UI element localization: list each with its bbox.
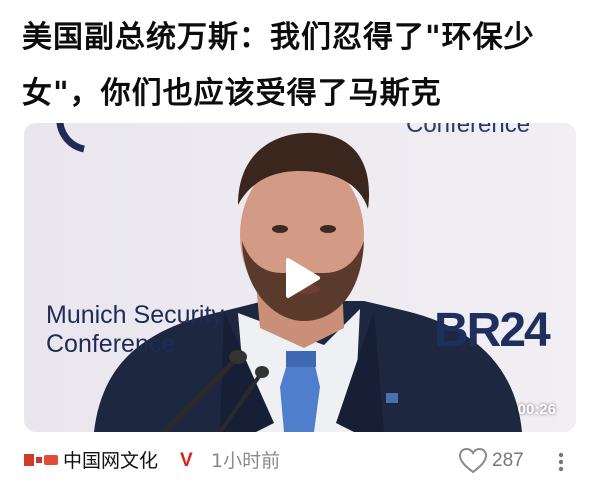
publish-time: 1小时前 [211,450,281,472]
article-footer: 中国网文化 V 1小时前 287 [18,440,582,482]
like-count: 287 [492,450,524,471]
heart-like-icon[interactable] [459,448,487,474]
background-conference-text: Conference [406,123,531,138]
more-options-icon[interactable] [551,452,571,472]
source-name[interactable]: 中国网文化 [63,449,158,473]
play-icon[interactable] [278,256,322,300]
source-logo-icon[interactable] [24,451,58,469]
background-munich-security-conference-text: Munich Security Conference [46,301,224,358]
verified-v-icon: V [180,450,193,471]
article-headline[interactable]: 美国副总统万斯：我们忍得了"环保少女"，你们也应该受得了马斯克 [22,10,582,122]
br24-logo: BR24 [434,304,551,357]
video-player[interactable]: Conference Munich Security Conference BR… [24,123,576,432]
video-duration: 00:26 [517,401,556,418]
